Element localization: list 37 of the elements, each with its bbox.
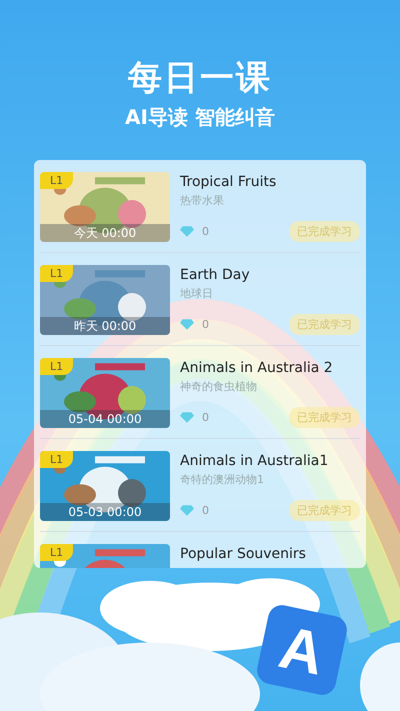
lesson-subtitle: 神奇的食虫植物 [180,379,258,394]
status-label: 已完成学习 [289,407,360,428]
diamond-icon [180,319,194,330]
lesson-subtitle: 热带水果 [180,193,225,208]
lesson-date: 05-04 00:00 [40,410,170,428]
gem-count: 0 [202,318,209,331]
lesson-date: 今天 00:00 [40,224,170,242]
level-tag: L1 [40,544,74,561]
lesson-title: Animals in Australia 2 [180,360,334,376]
lesson-title: Earth Day [180,267,251,283]
gem-count: 0 [202,411,209,424]
lesson-title: Tropical Fruits [180,174,278,190]
lesson-item[interactable]: L1 今天 00:00 Tropical Fruits 热带水果 0 已完成学习 [40,160,360,253]
diamond-icon [180,412,194,423]
lesson-item[interactable]: L1 Popular Souvenirs [40,532,360,568]
level-tag: L1 [40,172,74,189]
lesson-title: Animals in Australia1 [180,453,330,469]
level-tag: L1 [40,358,74,375]
lesson-subtitle: 地球日 [180,286,214,301]
gem-count: 0 [202,504,209,517]
page-title: 每日一课 [128,57,272,100]
lesson-item[interactable]: L1 05-03 00:00 Animals in Australia1 奇特的澳洲动物1 0 已完成学习 [40,439,360,532]
status-label: 已完成学习 [289,500,360,521]
diamond-icon [180,226,194,237]
level-tag: L1 [40,265,74,282]
lesson-subtitle: 奇特的澳洲动物1 [180,472,265,487]
level-tag: L1 [40,451,74,468]
diamond-icon [180,505,194,516]
page-subtitle: AI导读 智能纠音 [125,104,275,130]
lesson-item[interactable]: L1 昨天 00:00 Earth Day 地球日 0 已完成学习 [40,253,360,346]
lesson-date: 昨天 00:00 [40,317,170,335]
status-label: 已完成学习 [289,221,360,242]
gem-count: 0 [202,225,209,238]
lesson-date: 05-03 00:00 [40,503,170,521]
lesson-title: Popular Souvenirs [180,546,307,562]
lesson-item[interactable]: L1 05-04 00:00 Animals in Australia 2 神奇的食虫植物 0 已完成学习 [40,346,360,439]
status-label: 已完成学习 [289,314,360,335]
